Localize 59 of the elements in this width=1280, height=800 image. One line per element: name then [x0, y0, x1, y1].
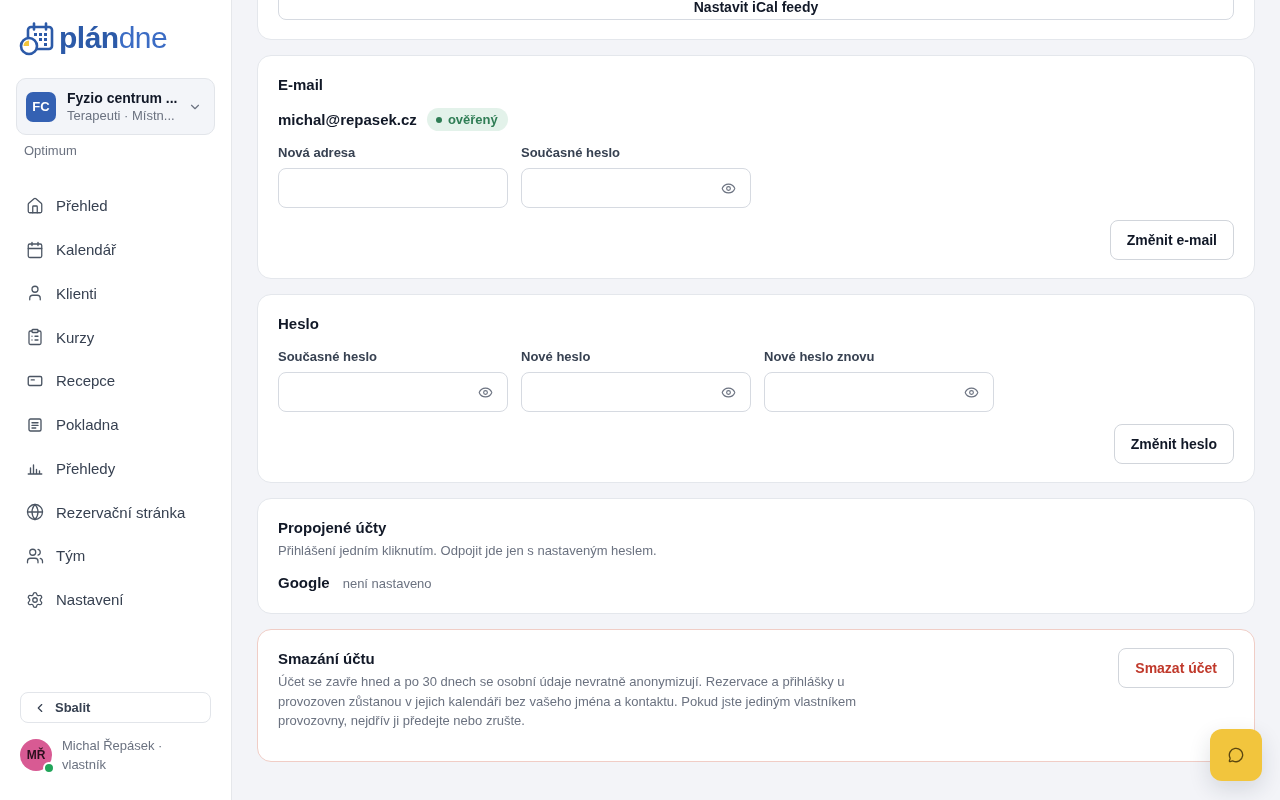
nav-item[interactable]: Klienti [16, 271, 215, 316]
globe-icon [26, 503, 44, 522]
organization-name: Fyzio centrum ... [67, 90, 177, 106]
section-title: E-mail [278, 76, 324, 94]
nav-item[interactable]: Kalendář [16, 227, 215, 272]
person-icon [26, 284, 44, 303]
password-field[interactable] [521, 168, 751, 208]
clipboard-icon [26, 328, 44, 347]
people-icon [26, 546, 44, 565]
logo-text: plándne [59, 20, 168, 56]
field-label: Současné heslo [278, 349, 378, 365]
chat-bubble-icon [1228, 747, 1244, 763]
password-field[interactable] [278, 372, 508, 412]
nav-item[interactable]: Kurzy [16, 315, 215, 359]
calendar-clock-icon [19, 20, 55, 56]
nav-item[interactable]: Přehled [16, 184, 215, 228]
plan-name: Optimum [23, 143, 78, 159]
field-label: Nové heslo znovu [764, 349, 876, 365]
user-name: Michal Řepásek · vlastník [62, 737, 164, 774]
nav-item[interactable]: Tým [16, 534, 215, 578]
document-icon [26, 415, 44, 434]
password-field[interactable] [521, 372, 751, 412]
organization-avatar: FC [26, 91, 56, 122]
settings-icon [26, 590, 44, 609]
eye-icon[interactable] [964, 384, 979, 400]
section-title: Propojené účty [278, 519, 388, 537]
section-title: Heslo [278, 315, 320, 333]
ical-feeds-button[interactable]: Nastavit iCal feedy [278, 0, 1234, 20]
delete-account-button[interactable]: Smazat účet [1118, 648, 1234, 688]
eye-icon[interactable] [721, 384, 736, 400]
account-status: není nastaveno [342, 576, 432, 591]
input-field[interactable] [278, 168, 508, 208]
status-dot-icon [435, 116, 442, 123]
user-avatar: MŘ [20, 739, 52, 771]
eye-icon[interactable] [721, 180, 736, 196]
organization-subtitle: Terapeuti · Místn... [67, 108, 176, 123]
chat-button[interactable] [1210, 729, 1262, 781]
nav-item[interactable]: Recepce [16, 359, 215, 403]
field-label: Současné heslo [521, 145, 621, 161]
house-icon [26, 196, 44, 215]
verified-badge: ověřený [426, 108, 508, 131]
account-provider: Google [278, 574, 330, 591]
nav-item[interactable]: Přehledy [16, 446, 215, 491]
section-description: Účet se zavře hned a po 30 dnech se osobní údaje nevratně anonymizují. Rezervace a přihlášky u provozoven zůstanou v jejich kalendáři bez vašeho jména a kontaktu. Pokud jste jediným vlastníkem provozovny, nejdřív ji předejte nebo zrušte. [278, 673, 858, 730]
nav-item[interactable]: Nastavení [16, 577, 215, 622]
password-field[interactable] [764, 372, 994, 412]
nav-item[interactable]: Pokladna [16, 402, 215, 447]
calendar-icon [26, 240, 44, 259]
change-email-button[interactable]: Změnit e-mail [1109, 220, 1234, 260]
field-label: Nová adresa [278, 145, 357, 161]
section-title: Smazání účtu [278, 650, 376, 668]
eye-icon[interactable] [478, 384, 493, 400]
section-description: Přihlášení jedním kliknutím. Odpojit jde jen s nastaveným heslem. [278, 542, 658, 560]
email-address: michal@repasek.cz [278, 111, 417, 128]
nav-item[interactable]: Rezervační stránka [16, 490, 215, 534]
field-label: Nové heslo [521, 349, 592, 365]
organization-switcher[interactable]: FC Fyzio centrum ... Terapeuti · Místn... [16, 78, 215, 135]
collapse-button[interactable]: Sbalit [20, 692, 211, 723]
change-password-button[interactable]: Změnit heslo [1113, 424, 1234, 464]
